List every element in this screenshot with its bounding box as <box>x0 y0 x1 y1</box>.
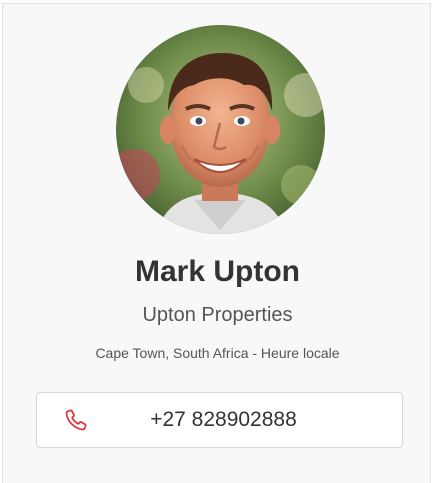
call-phone-button[interactable]: +27 828902888 <box>36 392 403 448</box>
contact-name: Mark Upton <box>135 255 300 288</box>
contact-card: Mark Upton Upton Properties Cape Town, S… <box>2 3 431 483</box>
person-photo-icon <box>116 25 325 234</box>
phone-number: +27 828902888 <box>150 408 297 431</box>
profile-photo <box>116 25 325 234</box>
company-name: Upton Properties <box>142 304 293 326</box>
location-text: Cape Town, South Africa - Heure locale <box>95 345 340 361</box>
